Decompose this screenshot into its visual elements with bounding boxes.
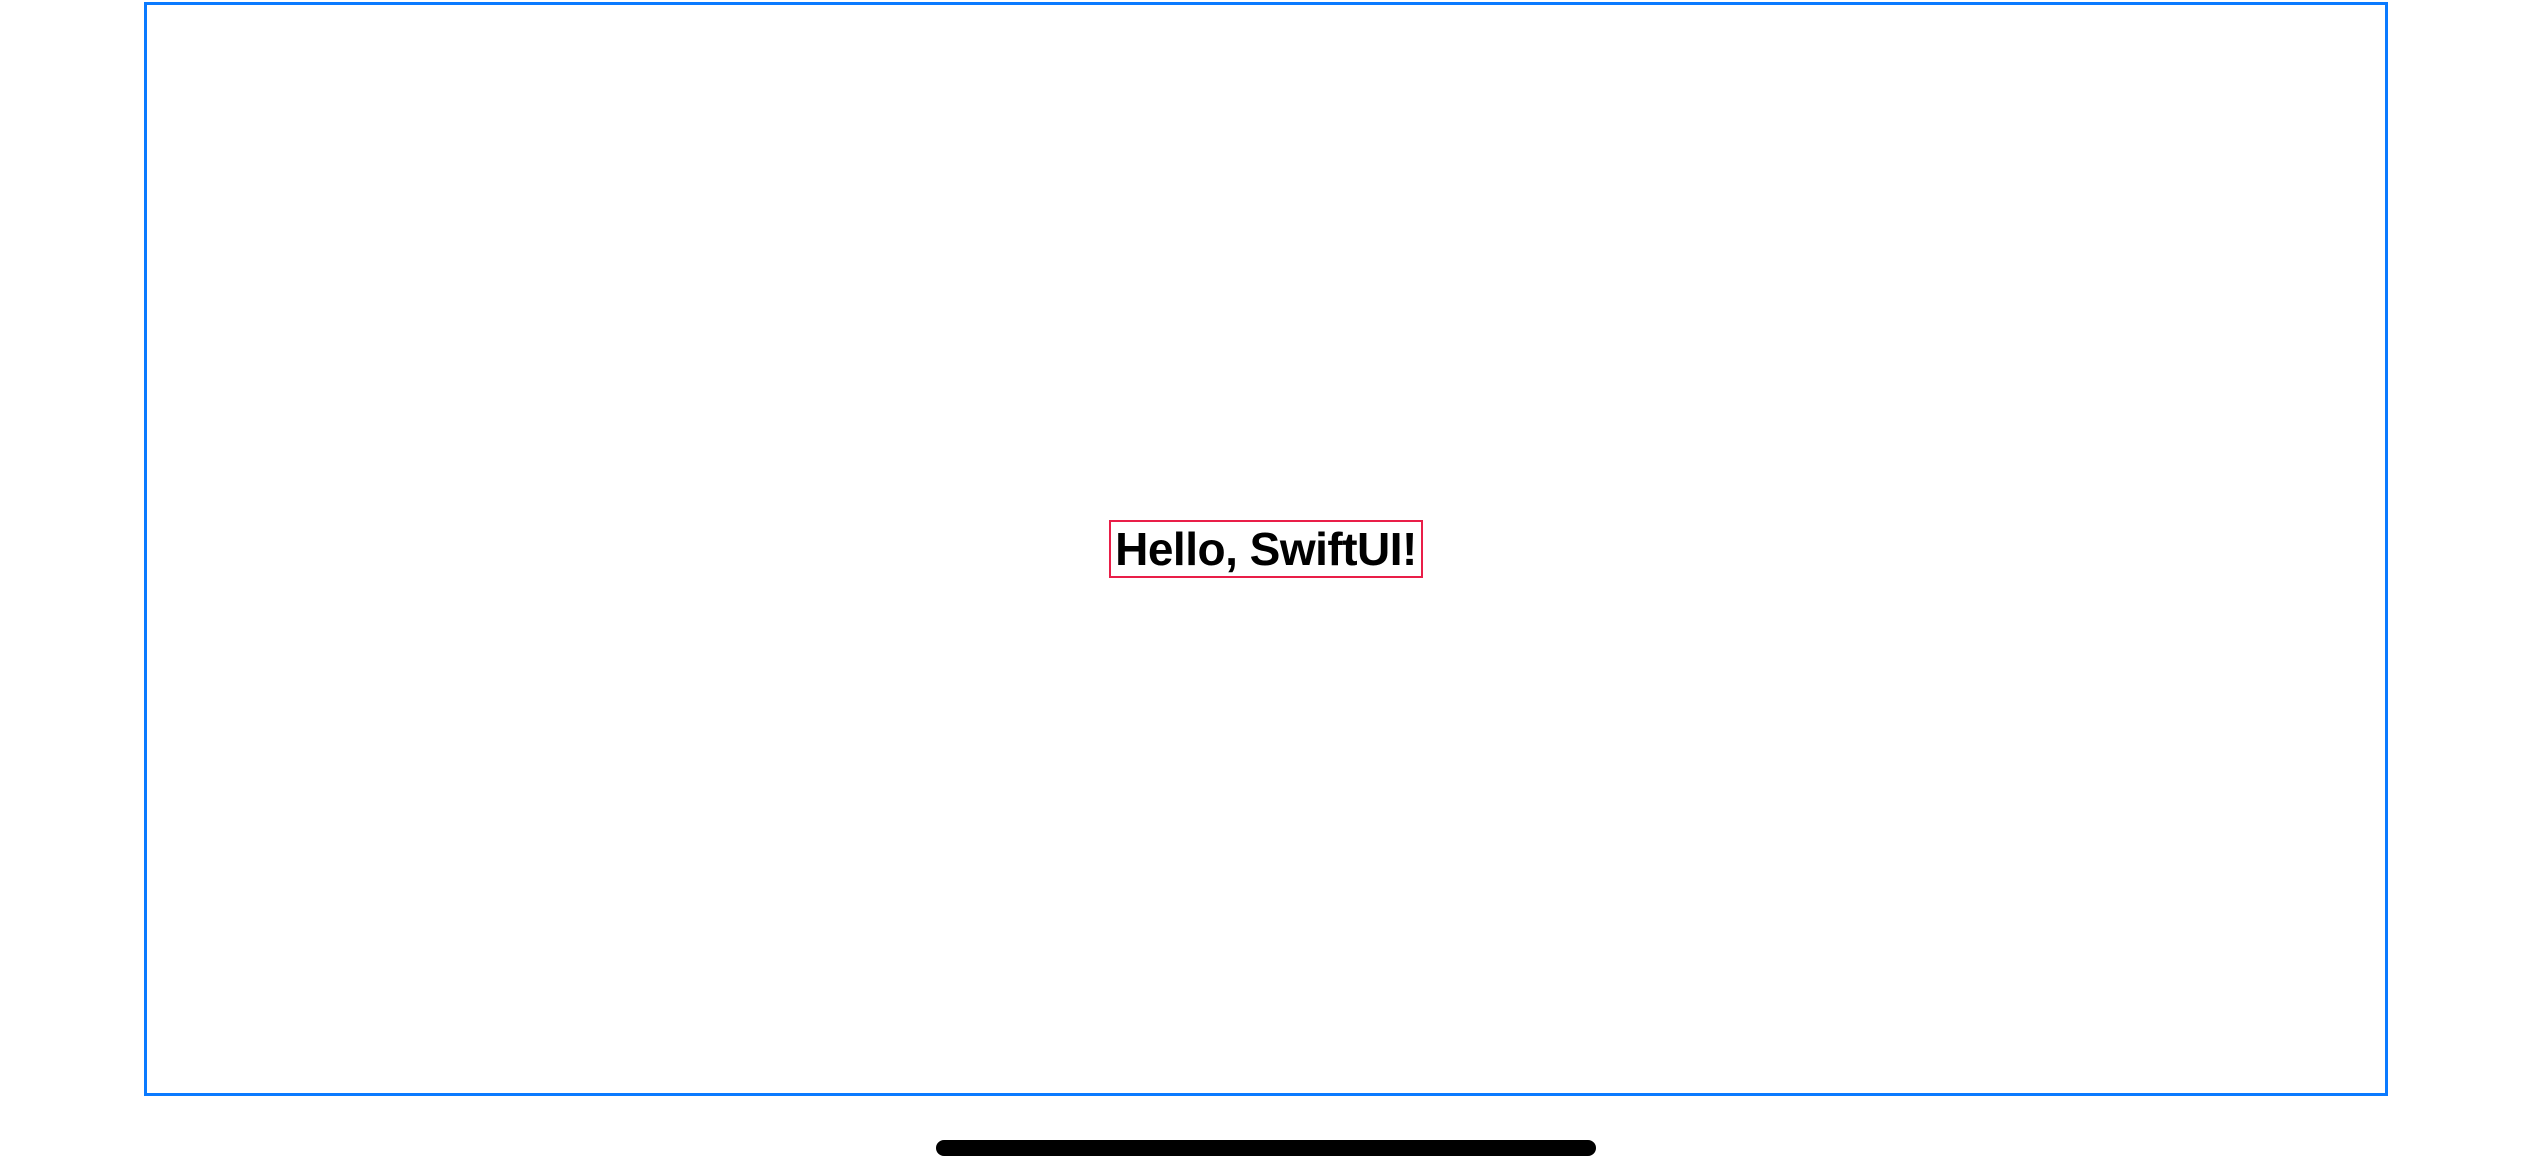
safe-area-container: Hello, SwiftUI! (144, 2, 2388, 1096)
text-bounds-box: Hello, SwiftUI! (1109, 520, 1423, 579)
home-indicator[interactable] (936, 1140, 1596, 1156)
greeting-text: Hello, SwiftUI! (1115, 523, 1417, 575)
